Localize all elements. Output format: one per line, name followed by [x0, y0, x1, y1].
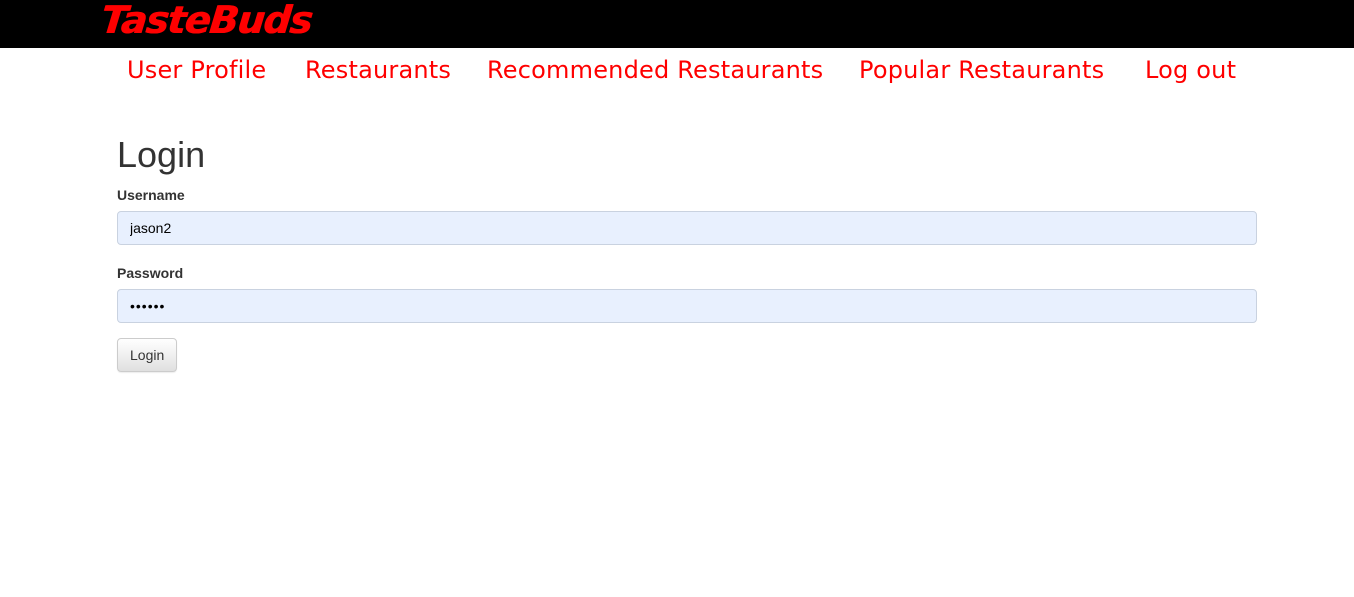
nav-log-out[interactable]: Log out: [1145, 56, 1236, 84]
username-group: Username: [117, 186, 1257, 245]
top-bar: TasteBuds: [0, 0, 1354, 48]
login-button[interactable]: Login: [117, 338, 178, 372]
username-label: Username: [117, 187, 185, 203]
page-title: Login: [117, 134, 206, 175]
nav-restaurants[interactable]: Restaurants: [305, 56, 451, 84]
nav-user-profile[interactable]: User Profile: [127, 56, 266, 84]
password-input[interactable]: ••••••: [117, 289, 1257, 323]
nav-popular-restaurants[interactable]: Popular Restaurants: [859, 56, 1104, 84]
username-input[interactable]: [117, 211, 1257, 245]
password-mask: ••••••: [130, 298, 166, 314]
password-group: Password ••••••: [117, 264, 1257, 323]
password-label: Password: [117, 265, 184, 281]
site-logo[interactable]: TasteBuds: [98, 0, 314, 44]
login-section: Login Username Password •••••• Login: [117, 130, 1257, 372]
nav-recommended-restaurants[interactable]: Recommended Restaurants: [487, 56, 823, 84]
main-nav: User Profile Restaurants Recommended Res…: [0, 48, 1354, 98]
